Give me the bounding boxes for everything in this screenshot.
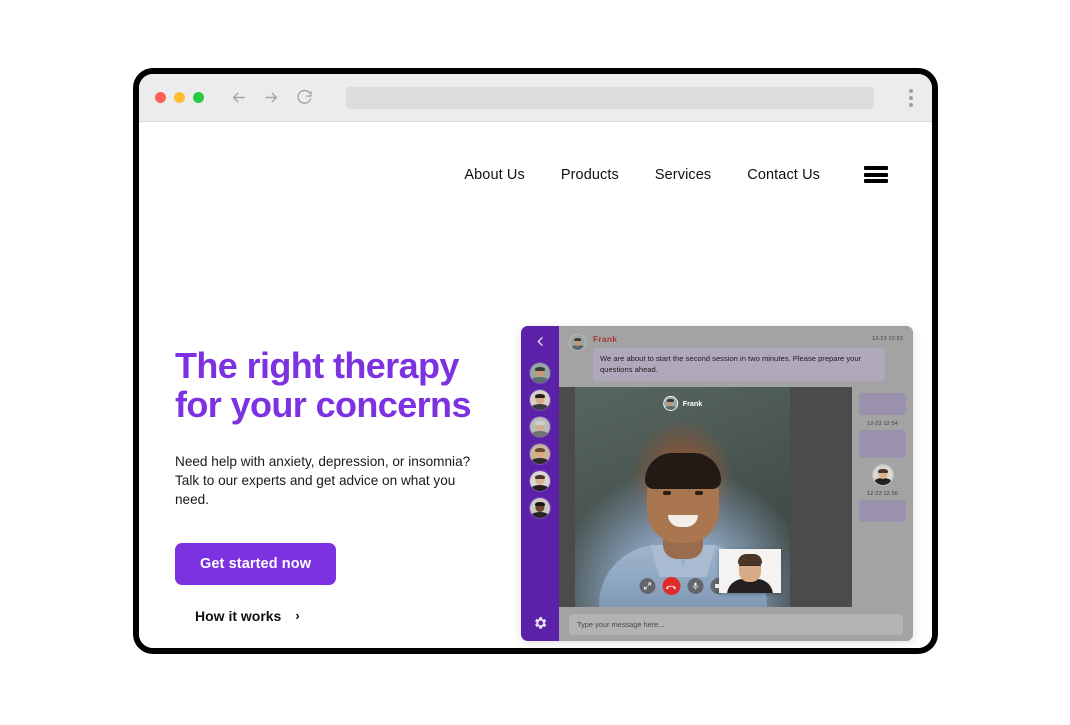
expand-icon[interactable] (639, 578, 655, 594)
nav-link-about-us[interactable]: About Us (464, 167, 524, 183)
page-title: The right therapy for your concerns (175, 345, 505, 425)
how-it-works-label: How it works (195, 607, 282, 624)
reload-button[interactable] (296, 89, 313, 106)
sidebar-avatar-contact-2[interactable] (529, 389, 551, 411)
message-bubble: We are about to start the second session… (593, 348, 885, 381)
app-main-area: Frank 12-23 12:54 12-23 12:56 (559, 386, 913, 607)
chat-bubble (859, 392, 906, 415)
sidebar-avatar-contact-6[interactable] (529, 497, 551, 519)
sidebar-avatar-contact-3[interactable] (529, 416, 551, 438)
kebab-dot (909, 88, 913, 93)
site-navigation: About Us Products Services Contact Us (464, 166, 888, 183)
app-body: Frank We are about to start the second s… (559, 326, 913, 641)
address-bar[interactable] (346, 86, 874, 109)
participant-eye-right (694, 491, 703, 495)
participant-name-label: Frank (682, 398, 703, 408)
message-sender-name: Frank (593, 334, 618, 344)
settings-button[interactable] (532, 615, 548, 631)
nav-link-products[interactable]: Products (561, 167, 619, 183)
participant-hair (644, 453, 721, 489)
end-call-icon[interactable] (662, 577, 680, 595)
chat-messages-column[interactable]: 12-23 12:54 12-23 12:56 (852, 386, 913, 607)
hero-subtitle: Need help with anxiety, depression, or i… (175, 453, 471, 508)
chat-bubble (859, 429, 906, 458)
call-controls (639, 577, 726, 595)
page-content: About Us Products Services Contact Us Th… (139, 122, 932, 648)
close-window-button[interactable] (155, 92, 166, 103)
hamburger-bar (864, 172, 888, 177)
sidebar-avatar-contact-1[interactable] (529, 362, 551, 384)
self-hair (738, 554, 762, 565)
app-sidebar (521, 326, 559, 641)
participant-eye-left (662, 491, 671, 495)
chat-header-message: Frank We are about to start the second s… (559, 326, 913, 387)
get-started-button[interactable]: Get started now (175, 542, 337, 585)
self-view-person (727, 553, 773, 593)
how-it-works-link[interactable]: How it works › (195, 608, 300, 624)
kebab-menu-icon[interactable] (906, 85, 916, 111)
minimize-window-button[interactable] (174, 92, 185, 103)
message-timestamp: 12-23 12:53 (872, 336, 903, 342)
hero-section: The right therapy for your concerns Need… (175, 345, 505, 624)
back-button[interactable] (230, 89, 247, 106)
microphone-icon[interactable] (687, 578, 703, 594)
chat-avatar (871, 463, 894, 486)
sidebar-avatar-contact-4[interactable] (529, 443, 551, 465)
kebab-dot (909, 95, 913, 100)
kebab-dot (909, 102, 913, 107)
sidebar-back-button[interactable] (534, 335, 547, 362)
participant-nametag: Frank (662, 395, 703, 411)
browser-window: About Us Products Services Contact Us Th… (133, 68, 938, 654)
maximize-window-button[interactable] (193, 92, 204, 103)
message-row: Frank We are about to start the second s… (569, 334, 903, 381)
video-chat-app: Frank We are about to start the second s… (521, 326, 913, 641)
chat-bubble (859, 499, 906, 522)
traffic-lights (155, 92, 204, 103)
hero-title-line-1: The right therapy (175, 345, 459, 386)
message-column: Frank We are about to start the second s… (593, 334, 903, 381)
nav-link-contact-us[interactable]: Contact Us (747, 167, 820, 183)
browser-chrome (139, 74, 932, 122)
hero-title-line-2: for your concerns (175, 383, 471, 425)
hamburger-icon[interactable] (864, 166, 888, 183)
forward-button[interactable] (263, 89, 280, 106)
hamburger-bar (864, 179, 888, 183)
glasses-icon (739, 565, 761, 570)
chat-timestamp-2: 12-23 12:56 (867, 490, 898, 497)
message-input[interactable] (569, 613, 903, 635)
chat-timestamp-1: 12-23 12:54 (867, 420, 898, 427)
chat-input-bar (559, 607, 913, 641)
video-call-stage[interactable]: Frank (575, 386, 790, 607)
self-view-video[interactable] (719, 549, 781, 593)
message-avatar (569, 334, 586, 351)
hamburger-bar (864, 166, 888, 170)
chevron-right-icon: › (295, 608, 300, 624)
browser-nav-controls (230, 89, 313, 106)
participant-avatar (662, 395, 678, 411)
sidebar-avatar-contact-5[interactable] (529, 470, 551, 492)
nav-link-services[interactable]: Services (655, 167, 711, 183)
